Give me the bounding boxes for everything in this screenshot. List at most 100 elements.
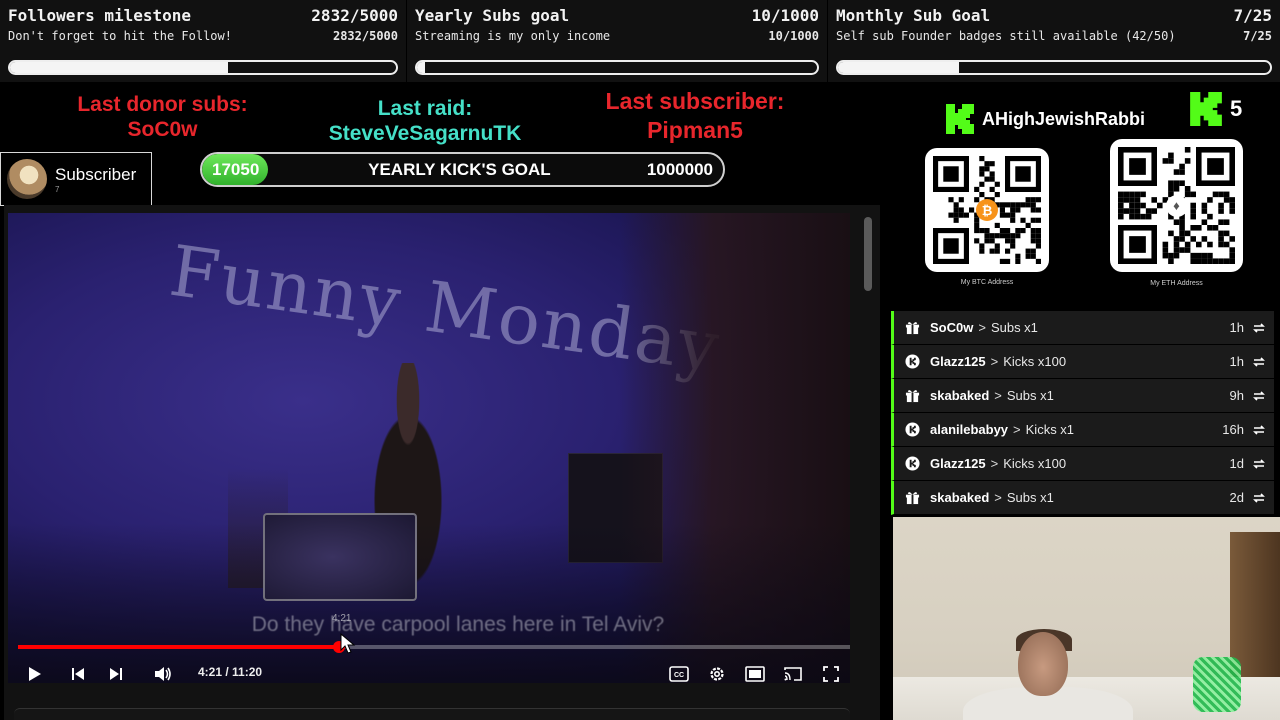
goal-progress-bar (836, 60, 1272, 75)
yearly-subs-goal-widget: Yearly Subs goal 10/1000 Streaming is my … (407, 0, 827, 82)
event-user: Glazz125 (930, 456, 986, 471)
kick-icon (904, 354, 920, 370)
replay-icon[interactable] (1252, 491, 1266, 505)
event-action: Subs x1 (990, 320, 1038, 335)
closed-captions-icon: CC (669, 666, 689, 682)
list-item: alanilebabyy > Kicks x1 16h (891, 413, 1274, 447)
eth-qr-code: ♦ (1110, 139, 1243, 272)
goal-subtitle: Self sub Founder badges still available … (836, 29, 1176, 43)
gear-icon (710, 667, 724, 681)
scrub-preview-thumbnail (263, 513, 417, 601)
progress-bar[interactable] (18, 641, 850, 653)
streamer-identity: AHighJewishRabbi (946, 104, 1145, 134)
event-user: skabaked (930, 388, 990, 403)
volume-icon (155, 667, 171, 681)
goal-progress-bar (415, 60, 819, 75)
fullscreen-icon (823, 666, 839, 682)
previous-button[interactable] (65, 661, 91, 683)
alert-name: Pipman5 (647, 117, 743, 143)
event-action: Subs x1 (1006, 490, 1054, 505)
replay-icon[interactable] (1252, 389, 1266, 403)
list-item: skabaked > Subs x1 2d (891, 481, 1274, 515)
next-button[interactable] (103, 661, 129, 683)
btc-address-caption: My BTC Address (960, 279, 1014, 286)
gift-icon (904, 388, 920, 404)
miniplayer-button[interactable] (742, 661, 768, 683)
video-player[interactable]: Funny Monday 4:21 Do they have carpool l… (4, 205, 880, 720)
goal-count-secondary: 2832/5000 (332, 29, 398, 43)
play-button[interactable] (21, 661, 47, 683)
event-user: skabaked (930, 490, 990, 505)
webcam-feed (893, 517, 1280, 720)
event-time: 1h (1229, 354, 1244, 369)
list-item: skabaked > Subs x1 9h (891, 379, 1274, 413)
play-icon (29, 667, 41, 681)
skip-next-icon (110, 668, 122, 680)
replay-icon[interactable] (1252, 355, 1266, 369)
event-action: Kicks x1 (1025, 422, 1075, 437)
replay-icon[interactable] (1252, 321, 1266, 335)
emote-overlay-icon (1193, 657, 1241, 712)
yearly-kicks-goal-bar: 17050 YEARLY KICK'S GOAL 1000000 (200, 152, 725, 187)
time-readout: 4:21 / 11:20 (198, 665, 263, 679)
replay-icon[interactable] (1252, 457, 1266, 471)
followers-goal-widget: Followers milestone 2832/5000 Don't forge… (0, 0, 406, 82)
event-time: 9h (1229, 388, 1244, 403)
kick-logo-icon (1190, 92, 1222, 126)
event-user: SoC0w (930, 320, 974, 335)
video-caption: Do they have carpool lanes here in Tel A… (251, 613, 665, 636)
eth-address-caption: My ETH Address (1150, 280, 1203, 287)
monthly-sub-goal-widget: Monthly Sub Goal 7/25 Self sub Founder ba… (828, 0, 1280, 82)
theater-mode-icon (745, 666, 765, 682)
event-user: alanilebabyy (930, 422, 1009, 437)
recent-events-list: SoC0w > Subs x1 1h Glazz125 > Kicks x100 1h … (891, 311, 1274, 515)
svg-text:CC: CC (674, 672, 684, 679)
replay-icon[interactable] (1252, 423, 1266, 437)
list-item: Glazz125 > Kicks x100 1d (891, 447, 1274, 481)
ethereum-icon: ♦ (1165, 194, 1188, 217)
list-item: SoC0w > Subs x1 1h (891, 311, 1274, 345)
bitcoin-icon: ₿ (976, 199, 998, 221)
viewer-count: 5 (1190, 92, 1242, 126)
goal-progress-fill (838, 62, 959, 73)
webcam-streamer-head (1018, 632, 1068, 696)
subscriber-count: 7 (55, 184, 60, 194)
alert-label: Last subscriber: (605, 88, 785, 114)
settings-button[interactable] (704, 661, 730, 683)
page-content-edge (14, 708, 850, 720)
btc-qr-code: ₿ (925, 148, 1049, 272)
volume-button[interactable] (150, 661, 176, 683)
skip-previous-icon (72, 668, 84, 680)
goal-count-secondary: 7/25 (1243, 29, 1272, 43)
goal-progress-fill (10, 62, 229, 73)
subscriber-badge: Subscriber 7 (0, 152, 152, 206)
goal-count: 7/25 (1233, 6, 1272, 25)
kick-icon (904, 456, 920, 472)
goal-count: 2832/5000 (311, 6, 398, 25)
viewer-count-value: 5 (1230, 96, 1243, 121)
goal-count: 10/1000 (751, 6, 819, 25)
goal-count-secondary: 10/1000 (768, 29, 819, 43)
event-action: Kicks x100 (1003, 456, 1067, 471)
video-gradient (8, 523, 850, 683)
goal-subtitle: Don't forget to hit the Follow! (8, 29, 232, 43)
avatar (7, 159, 47, 199)
kicks-goal-target: 1000000 (646, 159, 713, 179)
last-subscriber-alert: Last subscriber: Pipman5 (560, 87, 830, 145)
goal-title: Yearly Subs goal (415, 6, 570, 25)
event-time: 2d (1229, 490, 1244, 505)
alert-name: SteveVeSagarnuTK (328, 122, 522, 145)
captions-button[interactable]: CC (666, 661, 692, 683)
streamer-name: AHighJewishRabbi (982, 108, 1146, 129)
fullscreen-button[interactable] (818, 661, 844, 683)
event-action: Subs x1 (1006, 388, 1054, 403)
alert-name: SoC0w (127, 118, 198, 141)
kicks-goal-title: YEARLY KICK'S GOAL (368, 159, 551, 179)
kicks-goal-current: 17050 (212, 159, 260, 179)
video-frame[interactable]: Funny Monday 4:21 Do they have carpool l… (8, 213, 850, 683)
scrollbar[interactable] (864, 217, 872, 291)
gift-icon (904, 490, 920, 506)
progress-played (18, 645, 340, 649)
list-item: Glazz125 > Kicks x100 1h (891, 345, 1274, 379)
cast-button[interactable] (780, 661, 806, 683)
